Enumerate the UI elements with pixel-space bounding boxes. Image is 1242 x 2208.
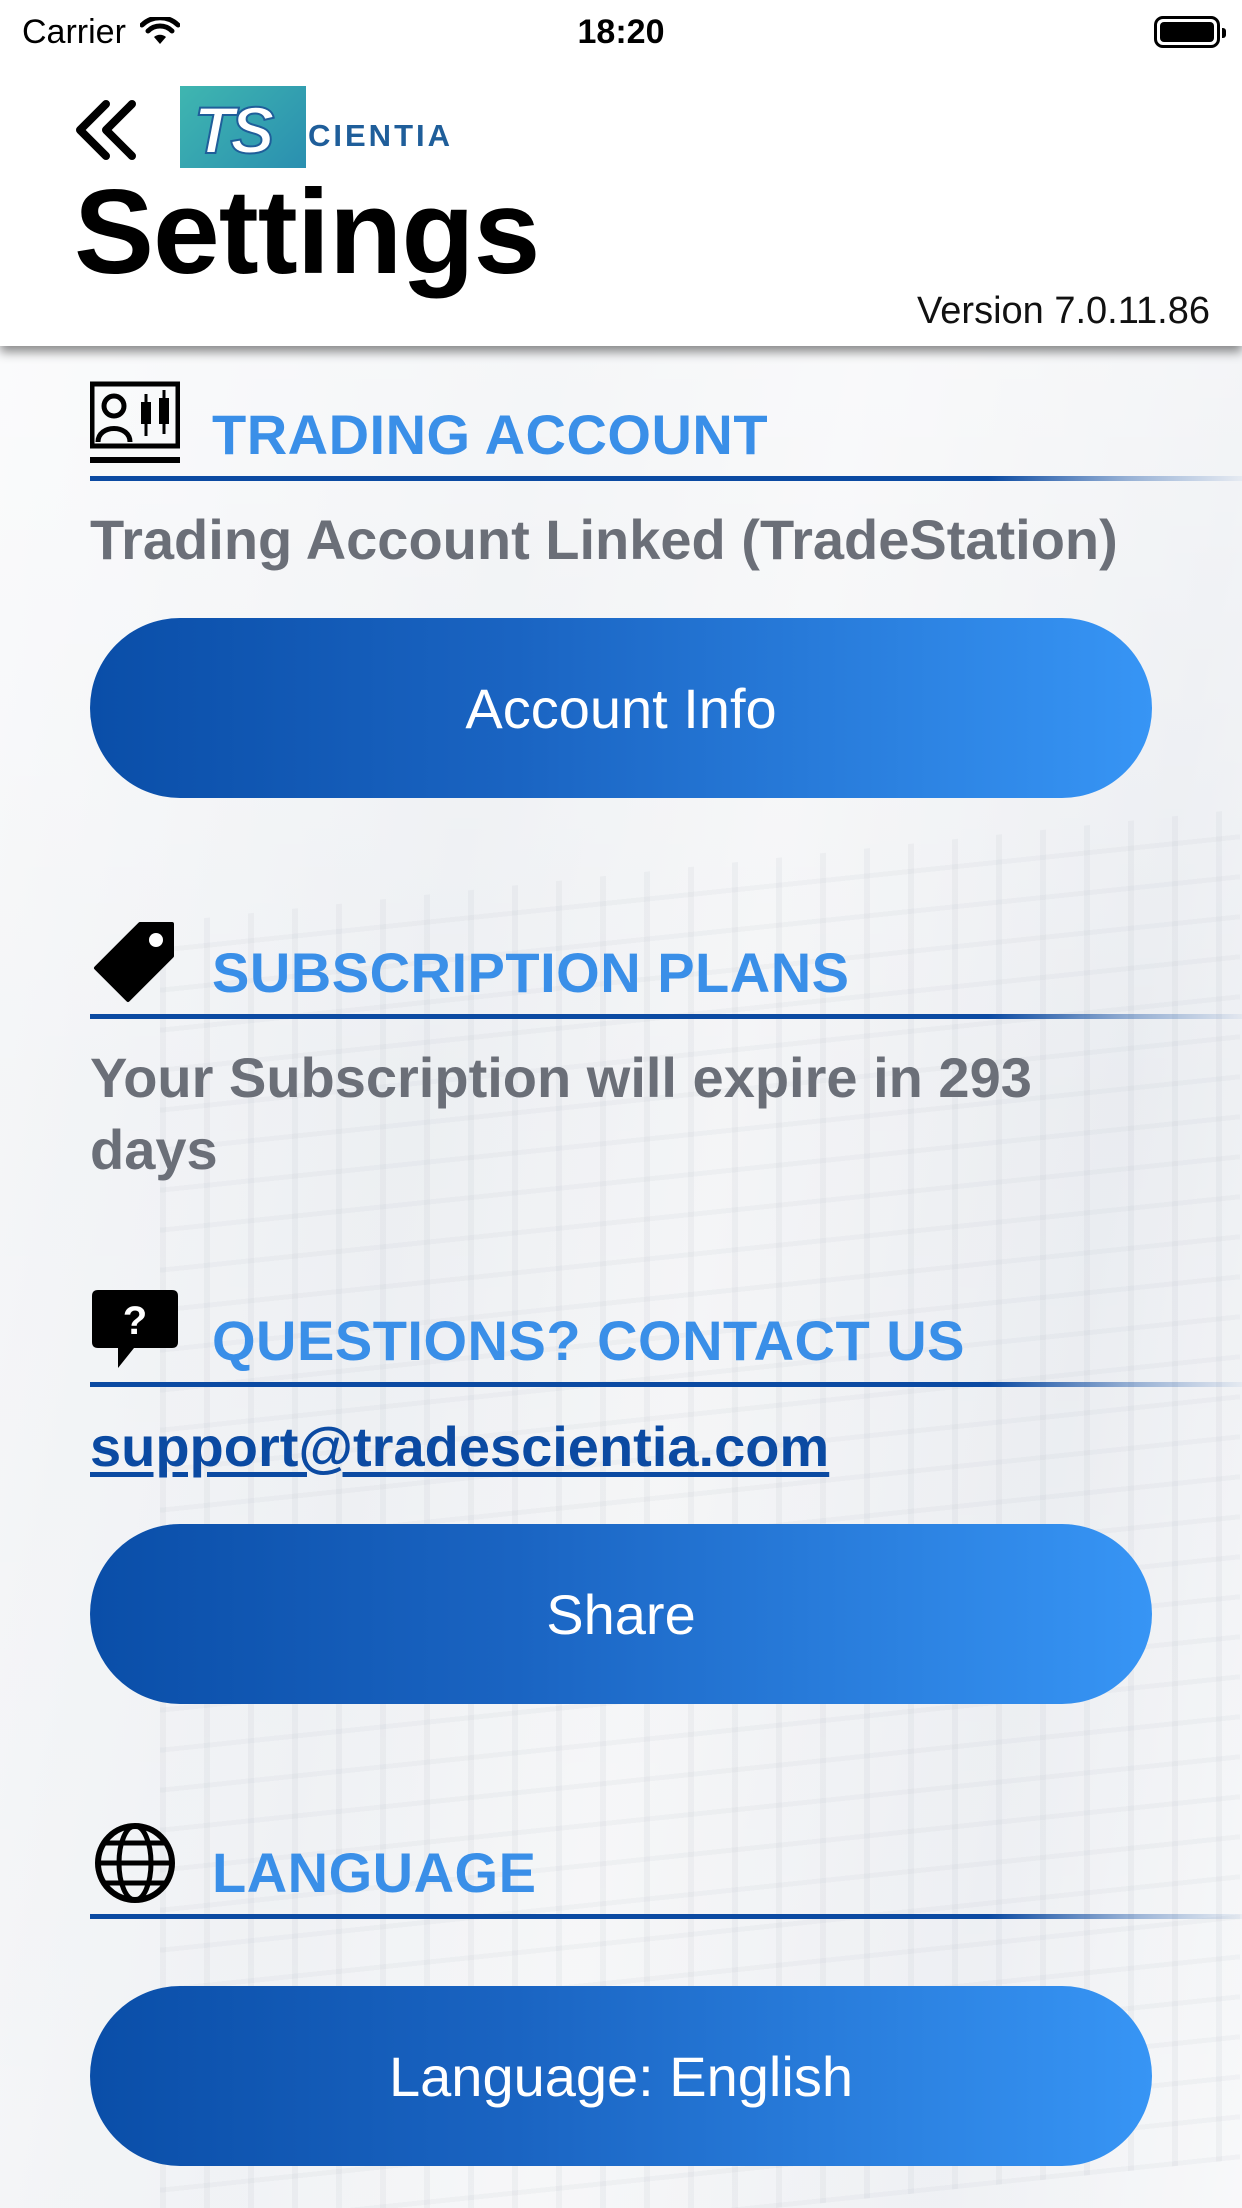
support-email-link[interactable]: support@tradescientia.com (90, 1414, 829, 1479)
section-trading-account: TRADING ACCOUNT (90, 380, 1242, 481)
back-button[interactable] (72, 98, 144, 162)
section-contact-us: ? QUESTIONS? CONTACT US (90, 1286, 1242, 1387)
subscription-status: Your Subscription will expire in 293 day… (90, 1046, 1032, 1181)
section-divider (90, 476, 1242, 481)
language-button[interactable]: Language: English (90, 1986, 1152, 2166)
svg-text:?: ? (123, 1299, 147, 1343)
double-chevron-left-icon (76, 100, 136, 160)
status-left: Carrier (22, 13, 180, 52)
battery-level (1160, 22, 1214, 42)
page-title: Settings (74, 165, 540, 299)
price-tag-icon (94, 922, 174, 1002)
section-title-trading: TRADING ACCOUNT (212, 403, 769, 466)
globe-icon (95, 1823, 175, 1903)
section-subscription-plans: SUBSCRIPTION PLANS (90, 918, 1242, 1019)
section-divider (90, 1914, 1242, 1919)
section-divider (90, 1382, 1242, 1387)
question-bubble-icon: ? (92, 1290, 178, 1368)
trading-account-icon (90, 381, 180, 463)
section-language: LANGUAGE (90, 1818, 1242, 1919)
section-title-language: LANGUAGE (212, 1841, 537, 1904)
share-button[interactable]: Share (90, 1524, 1152, 1704)
header: Carrier 18:20 TS CIENTIA Settings Versio… (0, 0, 1242, 346)
section-divider (90, 1014, 1242, 1019)
carrier-label: Carrier (22, 12, 126, 51)
logo-mark: TS (193, 92, 275, 168)
status-time: 18:20 (577, 12, 665, 51)
battery-icon (1154, 16, 1226, 48)
version-label: Version 7.0.11.86 (917, 290, 1210, 332)
wifi-icon (139, 17, 180, 44)
account-info-button[interactable]: Account Info (90, 618, 1152, 798)
settings-screen: Carrier 18:20 TS CIENTIA Settings Versio… (0, 0, 1242, 2208)
status-bar: Carrier 18:20 (0, 0, 1242, 64)
logo-text: CIENTIA (308, 118, 453, 153)
app-logo: TS CIENTIA (180, 86, 450, 168)
section-title-contact: QUESTIONS? CONTACT US (212, 1309, 966, 1372)
trading-account-status: Trading Account Linked (TradeStation) (90, 508, 1118, 571)
section-title-subscription: SUBSCRIPTION PLANS (212, 941, 850, 1004)
logo-mark-box: TS (180, 86, 306, 168)
